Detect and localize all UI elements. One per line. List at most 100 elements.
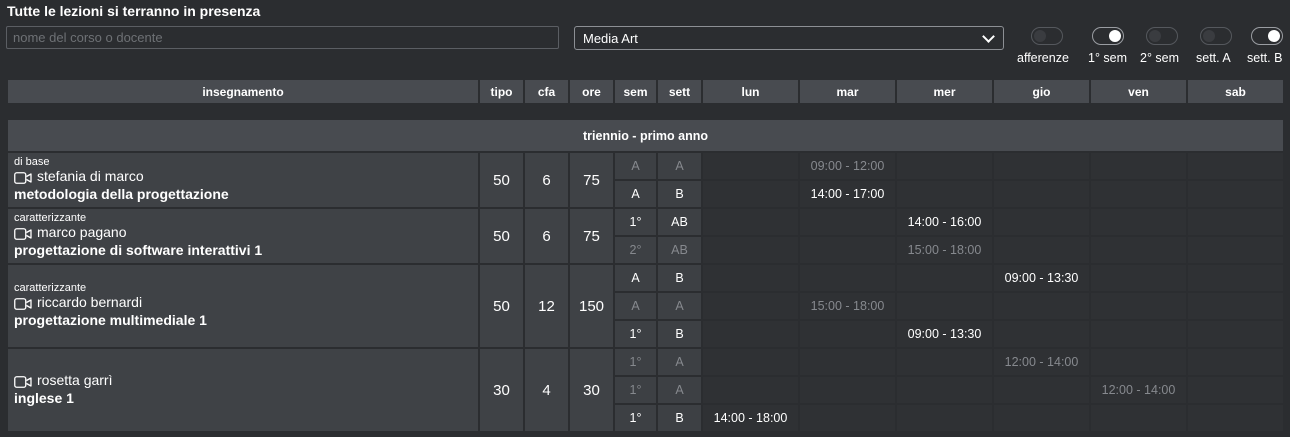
schedule-row: di base stefania di marco metodologia dell… bbox=[8, 153, 1283, 207]
day-slot-ven bbox=[1091, 321, 1186, 347]
day-slot-sab bbox=[1188, 321, 1283, 347]
slot-sem: 1° bbox=[615, 405, 656, 431]
course-name: inglese 1 bbox=[14, 390, 74, 406]
course-filter-select[interactable]: Media Art bbox=[574, 26, 1004, 50]
day-slot-mar: 14:00 - 17:00 bbox=[800, 181, 895, 207]
course-info[interactable]: rosetta garrì inglese 1 bbox=[8, 349, 478, 431]
day-slot-mer: 14:00 - 16:00 bbox=[897, 209, 992, 235]
day-slot-lun bbox=[703, 181, 798, 207]
day-slot-gio bbox=[994, 293, 1089, 319]
column-header-sem[interactable]: sem bbox=[615, 80, 656, 103]
day-slot-gio bbox=[994, 405, 1089, 431]
course-info[interactable]: di base stefania di marco metodologia dell… bbox=[8, 153, 478, 207]
course-ore: 75 bbox=[570, 153, 613, 207]
day-slot-gio bbox=[994, 181, 1089, 207]
search-input[interactable] bbox=[6, 26, 559, 49]
teacher-line: rosetta garrì bbox=[14, 372, 472, 389]
course-info[interactable]: caratterizzante riccardo bernardi progetta… bbox=[8, 265, 478, 347]
slot-sett: AB bbox=[658, 237, 701, 263]
day-slot-mer bbox=[897, 181, 992, 207]
slot-sem: A bbox=[615, 293, 656, 319]
day-slot-mer: 09:00 - 13:30 bbox=[897, 321, 992, 347]
column-header-ore[interactable]: ore bbox=[570, 80, 613, 103]
day-slot-mar bbox=[800, 349, 895, 375]
teacher-name: stefania di marco bbox=[37, 168, 144, 184]
day-slot-ven bbox=[1091, 349, 1186, 375]
toggle-sett-a[interactable] bbox=[1200, 27, 1232, 45]
course-info[interactable]: caratterizzante marco pagano progettazione… bbox=[8, 209, 478, 263]
day-slot-sab bbox=[1188, 349, 1283, 375]
day-slot-lun bbox=[703, 349, 798, 375]
slot-sett: B bbox=[658, 265, 701, 291]
day-slot-ven bbox=[1091, 153, 1186, 179]
day-slot-mar bbox=[800, 321, 895, 347]
day-slot-sab bbox=[1188, 153, 1283, 179]
toggle-1-sem[interactable] bbox=[1092, 27, 1124, 45]
toggle-afferenze[interactable] bbox=[1031, 27, 1063, 45]
column-header-sab[interactable]: sab bbox=[1188, 80, 1283, 103]
slot-sett: A bbox=[658, 153, 701, 179]
course-cfa: 6 bbox=[525, 153, 568, 207]
course-category: caratterizzante bbox=[14, 212, 87, 224]
course-category: caratterizzante bbox=[14, 282, 87, 294]
column-header-ven[interactable]: ven bbox=[1091, 80, 1186, 103]
toggle-knob bbox=[1268, 30, 1280, 42]
column-header-lun[interactable]: lun bbox=[703, 80, 798, 103]
toggle-sett-b[interactable] bbox=[1251, 27, 1283, 45]
day-slot-lun bbox=[703, 293, 798, 319]
slot-sett: B bbox=[658, 181, 701, 207]
day-slot-gio: 09:00 - 13:30 bbox=[994, 265, 1089, 291]
day-slot-ven bbox=[1091, 209, 1186, 235]
schedule-header: insegnamento tipo cfa ore sem sett lun mar mer gi… bbox=[6, 78, 1285, 105]
toggle-knob bbox=[1109, 30, 1121, 42]
day-slot-mar bbox=[800, 405, 895, 431]
course-tipo: 30 bbox=[480, 349, 523, 431]
slot-sem: A bbox=[615, 265, 656, 291]
slot-sett: A bbox=[658, 293, 701, 319]
column-header-cfa[interactable]: cfa bbox=[525, 80, 568, 103]
column-header-sett[interactable]: sett bbox=[658, 80, 701, 103]
day-slot-sab bbox=[1188, 265, 1283, 291]
day-slot-gio bbox=[994, 209, 1089, 235]
column-header-tipo[interactable]: tipo bbox=[480, 80, 523, 103]
day-slot-ven bbox=[1091, 237, 1186, 263]
day-slot-sab bbox=[1188, 237, 1283, 263]
column-header-gio[interactable]: gio bbox=[994, 80, 1089, 103]
day-slot-lun bbox=[703, 153, 798, 179]
slot-sett: AB bbox=[658, 209, 701, 235]
course-tipo: 50 bbox=[480, 265, 523, 347]
section-title: triennio - primo anno bbox=[8, 120, 1283, 151]
day-slot-gio: 12:00 - 14:00 bbox=[994, 349, 1089, 375]
schedule-row: rosetta garrì inglese 1 30 4 30 1° A 12:00 - 14… bbox=[8, 349, 1283, 431]
course-name: metodologia della progettazione bbox=[14, 186, 229, 202]
day-slot-lun bbox=[703, 377, 798, 403]
teacher-line: marco pagano bbox=[14, 224, 472, 241]
column-header-insegnamento[interactable]: insegnamento bbox=[8, 80, 478, 103]
slot-sem: 2° bbox=[615, 237, 656, 263]
day-slot-mar bbox=[800, 265, 895, 291]
slot-sem: 1° bbox=[615, 349, 656, 375]
day-slot-sab bbox=[1188, 209, 1283, 235]
day-slot-gio bbox=[994, 237, 1089, 263]
video-camera-icon bbox=[14, 375, 32, 388]
teacher-line: stefania di marco bbox=[14, 168, 472, 185]
column-header-mar[interactable]: mar bbox=[800, 80, 895, 103]
toggle-2-sem[interactable] bbox=[1146, 27, 1178, 45]
schedule-row: caratterizzante marco pagano progettazione… bbox=[8, 209, 1283, 263]
slot-sem: 1° bbox=[615, 377, 656, 403]
day-slot-gio bbox=[994, 153, 1089, 179]
video-camera-icon bbox=[14, 227, 32, 240]
video-camera-icon bbox=[14, 297, 32, 310]
day-slot-sab bbox=[1188, 293, 1283, 319]
day-slot-lun bbox=[703, 209, 798, 235]
schedule-table: triennio - primo anno di base stefania di… bbox=[6, 118, 1285, 433]
schedule-row: caratterizzante riccardo bernardi progetta… bbox=[8, 265, 1283, 347]
day-slot-sab bbox=[1188, 405, 1283, 431]
course-cfa: 6 bbox=[525, 209, 568, 263]
course-category: di base bbox=[14, 156, 50, 168]
slot-sett: B bbox=[658, 405, 701, 431]
column-header-mer[interactable]: mer bbox=[897, 80, 992, 103]
day-slot-mer bbox=[897, 405, 992, 431]
day-slot-mar bbox=[800, 237, 895, 263]
toggle-label-sett-b: sett. B bbox=[1247, 51, 1283, 65]
